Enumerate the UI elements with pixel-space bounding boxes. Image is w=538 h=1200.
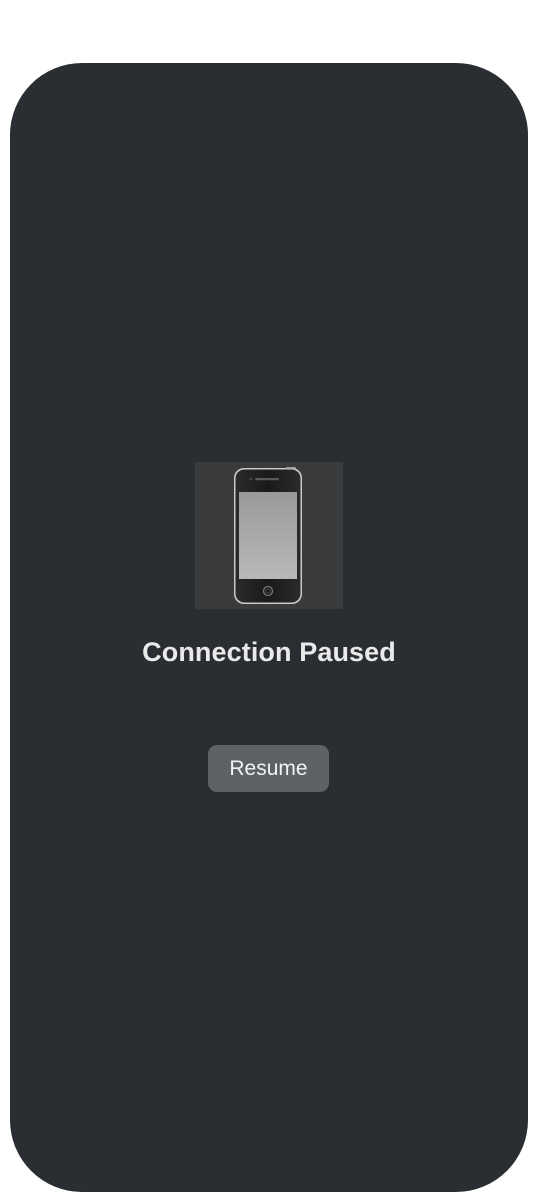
mirroring-window: Connection Paused Resume [10,63,528,1192]
resume-button[interactable]: Resume [208,745,329,792]
iphone-icon [234,467,302,604]
device-thumbnail [195,462,343,609]
connection-status-title: Connection Paused [142,637,396,667]
